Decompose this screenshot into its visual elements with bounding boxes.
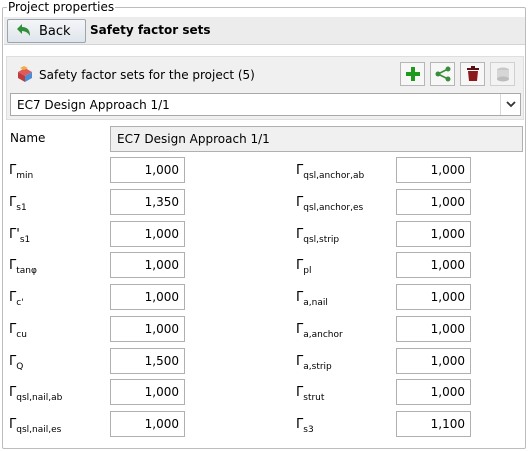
left-param-input[interactable]: 1,500 — [110, 348, 185, 374]
param-subscript: s1 — [16, 203, 27, 213]
share-set-button[interactable] — [430, 62, 455, 86]
param-subscript: s3 — [303, 425, 314, 435]
right-param-label: Γqsl,strip — [296, 227, 339, 247]
left-param-label: Γtanφ — [9, 258, 37, 278]
right-param-input[interactable]: 1,000 — [396, 157, 471, 183]
top-toolbar: Back Safety factor sets — [4, 17, 525, 45]
left-param-label: Γc' — [9, 290, 24, 310]
right-param-input[interactable]: 1,000 — [396, 221, 471, 247]
param-subscript: qsl,nail,es — [16, 425, 62, 435]
right-param-input[interactable]: 1,000 — [396, 348, 471, 374]
param-subscript: tanφ — [16, 266, 37, 276]
copy-set-button[interactable] — [490, 62, 515, 86]
param-subscript: a,nail — [303, 298, 328, 308]
name-label: Name — [10, 131, 46, 145]
left-param-input[interactable]: 1,000 — [110, 316, 185, 342]
add-set-button[interactable] — [400, 62, 425, 86]
delete-icon — [466, 66, 479, 81]
param-subscript: a,strip — [303, 362, 332, 372]
right-param-input[interactable]: 1,000 — [396, 189, 471, 215]
right-param-input[interactable]: 1,000 — [396, 284, 471, 310]
left-param-label: Γmin — [9, 163, 33, 183]
selected-set-value: EC7 Design Approach 1/1 — [17, 98, 170, 112]
back-button[interactable]: Back — [7, 19, 86, 43]
left-param-label: ΓQ — [9, 354, 23, 374]
back-arrow-icon — [17, 24, 30, 36]
left-param-input[interactable]: 1,000 — [110, 284, 185, 310]
right-param-label: Γa,strip — [296, 354, 332, 374]
right-param-input[interactable]: 1,000 — [396, 316, 471, 342]
left-param-input[interactable]: 1,000 — [110, 221, 185, 247]
param-subscript: strut — [303, 393, 325, 403]
section-title: Safety factor sets — [90, 23, 211, 37]
group-title: Project properties — [7, 0, 116, 14]
param-subscript: Q — [16, 362, 24, 372]
sets-header-label: Safety factor sets for the project (5) — [39, 68, 255, 82]
left-param-input[interactable]: 1,350 — [110, 189, 185, 215]
param-subscript: pl — [303, 266, 312, 276]
right-param-label: Γpl — [296, 258, 311, 278]
right-param-label: Γa,anchor — [296, 322, 343, 342]
name-field[interactable]: EC7 Design Approach 1/1 — [110, 126, 523, 152]
param-symbol: Γ' — [9, 227, 20, 242]
left-param-label: Γqsl,nail,es — [9, 417, 61, 437]
right-param-label: Γstrut — [296, 385, 324, 405]
delete-set-button[interactable] — [460, 62, 485, 86]
left-param-input[interactable]: 1,000 — [110, 252, 185, 278]
safety-set-select[interactable]: EC7 Design Approach 1/1 — [10, 93, 521, 116]
right-param-label: Γa,nail — [296, 290, 328, 310]
param-subscript: cu — [16, 330, 27, 340]
back-label: Back — [39, 23, 71, 39]
share-icon — [435, 66, 450, 82]
param-subscript: qsl,anchor,es — [303, 203, 364, 213]
right-param-label: Γqsl,anchor,ab — [296, 163, 364, 183]
param-subscript: a,anchor — [303, 330, 343, 340]
right-param-input[interactable]: 1,000 — [396, 252, 471, 278]
param-subscript: qsl,anchor,ab — [303, 171, 365, 181]
left-param-label: Γs1 — [9, 195, 27, 215]
copy-icon — [496, 67, 509, 82]
safety-sets-icon — [18, 66, 32, 82]
left-param-label: Γcu — [9, 322, 27, 342]
right-param-input[interactable]: 1,100 — [396, 411, 471, 437]
left-param-label: Γ's1 — [9, 227, 30, 247]
right-param-input[interactable]: 1,000 — [396, 379, 471, 405]
right-param-label: Γqsl,anchor,es — [296, 195, 363, 215]
chevron-down-icon[interactable] — [500, 94, 520, 115]
safety-sets-panel: Safety factor sets for the project (5) E… — [6, 56, 524, 120]
left-param-label: Γqsl,nail,ab — [9, 385, 62, 405]
param-subscript: qsl,nail,ab — [16, 393, 63, 403]
right-param-label: Γs3 — [296, 417, 314, 437]
param-subscript: min — [16, 171, 34, 181]
param-subscript: s1 — [19, 235, 31, 245]
param-subscript: qsl,strip — [303, 235, 340, 245]
param-subscript: c' — [16, 298, 24, 308]
left-param-input[interactable]: 1,000 — [110, 411, 185, 437]
add-icon — [405, 67, 420, 81]
left-param-input[interactable]: 1,000 — [110, 379, 185, 405]
left-param-input[interactable]: 1,000 — [110, 157, 185, 183]
